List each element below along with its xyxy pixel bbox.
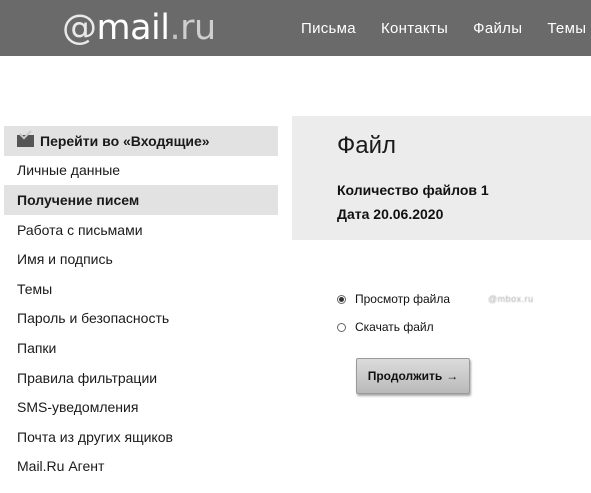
sidebar-item-receiving-mail[interactable]: Получение писем [4, 185, 278, 215]
radio-download-file[interactable] [337, 322, 346, 332]
file-panel-header: Файл Количество файлов 1 Дата 20.06.2020 [292, 116, 591, 240]
blurred-watermark: @mbox.ru [488, 294, 534, 304]
radio-view-file[interactable] [337, 294, 346, 304]
top-header: @mail.ru Письма Контакты Файлы Темы [0, 0, 591, 56]
sidebar-item-password-security[interactable]: Пароль и безопасность [4, 304, 278, 334]
settings-sidebar: Перейти во «Входящие» Личные данные Полу… [4, 126, 278, 481]
sidebar-item-label: Работа с письмами [17, 221, 143, 238]
sidebar-item-label: Получение писем [17, 191, 140, 208]
sidebar-item-themes[interactable]: Темы [4, 274, 278, 304]
arrow-right-icon: → [446, 369, 459, 383]
logo-at: @ [62, 8, 97, 48]
page-title: Файл [337, 132, 397, 159]
envelope-icon [17, 134, 34, 147]
continue-label: Продолжить [367, 369, 443, 383]
sidebar-item-folders[interactable]: Папки [4, 333, 278, 363]
sidebar-item-label: Почта из других ящиков [17, 428, 173, 445]
option-view-file[interactable]: Просмотр файла [337, 292, 450, 306]
sidebar-item-label: Правила фильтрации [17, 369, 158, 386]
sidebar-item-filter-rules[interactable]: Правила фильтрации [4, 363, 278, 393]
file-panel: Файл Количество файлов 1 Дата 20.06.2020… [292, 116, 591, 493]
sidebar-item-label: Перейти во «Входящие» [40, 132, 210, 149]
sidebar-item-label: Папки [17, 339, 57, 356]
option-label: Скачать файл [355, 320, 434, 334]
sidebar-item-mailru-agent[interactable]: Mail.Ru Агент [4, 452, 278, 482]
sidebar-item-label: Личные данные [17, 162, 121, 179]
logo-ru: ru [180, 8, 216, 48]
continue-button[interactable]: Продолжить → [356, 358, 470, 394]
mailru-logo[interactable]: @mail.ru [62, 6, 216, 50]
nav-themes[interactable]: Темы [547, 20, 586, 37]
file-date: Дата 20.06.2020 [337, 206, 444, 222]
file-count: Количество файлов 1 [337, 182, 489, 198]
sidebar-item-personal-data[interactable]: Личные данные [4, 156, 278, 186]
sidebar-item-other-mailboxes[interactable]: Почта из других ящиков [4, 422, 278, 452]
sidebar-item-sms-notifications[interactable]: SMS-уведомления [4, 392, 278, 422]
option-label: Просмотр файла [355, 292, 451, 306]
sidebar-item-label: Имя и подпись [17, 251, 113, 268]
option-download-file[interactable]: Скачать файл [337, 320, 434, 334]
sidebar-item-working-with-letters[interactable]: Работа с письмами [4, 215, 278, 245]
sidebar-item-label: SMS-уведомления [17, 399, 139, 416]
nav-contacts[interactable]: Контакты [381, 20, 448, 37]
sidebar-item-name-signature[interactable]: Имя и подпись [4, 244, 278, 274]
sidebar-item-label: Темы [17, 280, 53, 297]
nav-files[interactable]: Файлы [473, 20, 522, 37]
sidebar-item-label: Пароль и безопасность [17, 310, 170, 327]
logo-mail: mail [96, 8, 171, 48]
top-nav: Письма Контакты Файлы Темы [301, 0, 591, 56]
sidebar-item-go-to-inbox[interactable]: Перейти во «Входящие» [4, 126, 278, 156]
nav-letters[interactable]: Письма [301, 20, 356, 37]
logo-dot: . [169, 8, 181, 48]
sidebar-item-label: Mail.Ru Агент [17, 458, 105, 475]
